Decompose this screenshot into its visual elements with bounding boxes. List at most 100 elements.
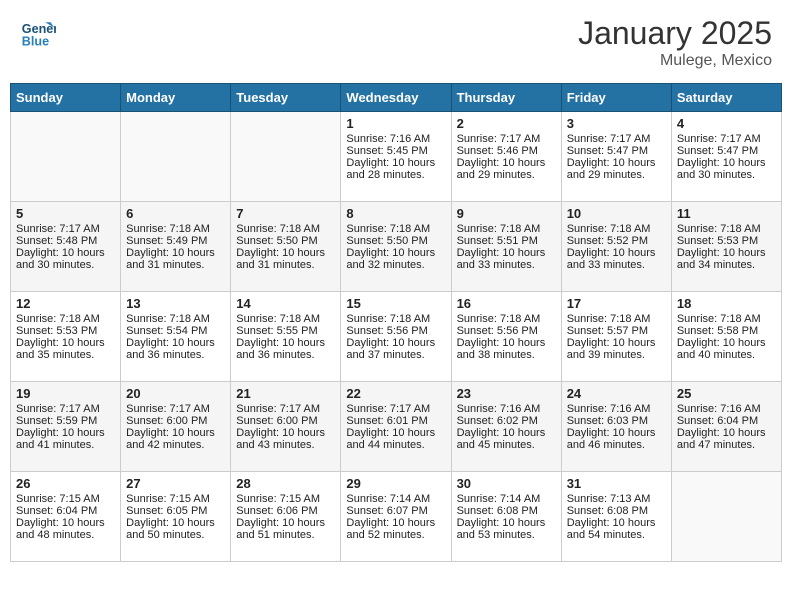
month-title: January 2025 bbox=[578, 15, 772, 52]
calendar-header-row: SundayMondayTuesdayWednesdayThursdayFrid… bbox=[11, 84, 782, 112]
cell-info-line: Sunrise: 7:18 AM bbox=[236, 223, 335, 235]
cell-info-line: Sunrise: 7:18 AM bbox=[677, 223, 776, 235]
cell-info-line: Daylight: 10 hours and 53 minutes. bbox=[457, 517, 556, 541]
cell-info-line: Daylight: 10 hours and 30 minutes. bbox=[677, 157, 776, 181]
cell-info-line: Daylight: 10 hours and 44 minutes. bbox=[346, 427, 445, 451]
cell-info-line: Sunset: 5:53 PM bbox=[677, 235, 776, 247]
day-number: 29 bbox=[346, 476, 445, 491]
cell-info-line: Daylight: 10 hours and 45 minutes. bbox=[457, 427, 556, 451]
cell-info-line: Sunrise: 7:17 AM bbox=[457, 133, 556, 145]
day-number: 8 bbox=[346, 206, 445, 221]
cell-info-line: Daylight: 10 hours and 36 minutes. bbox=[126, 337, 225, 361]
cell-info-line: Sunset: 5:56 PM bbox=[457, 325, 556, 337]
cell-info-line: Daylight: 10 hours and 33 minutes. bbox=[457, 247, 556, 271]
cell-info-line: Sunrise: 7:14 AM bbox=[346, 493, 445, 505]
cell-info-line: Sunrise: 7:18 AM bbox=[126, 313, 225, 325]
calendar-cell: 27Sunrise: 7:15 AMSunset: 6:05 PMDayligh… bbox=[121, 472, 231, 562]
cell-info-line: Sunrise: 7:18 AM bbox=[346, 223, 445, 235]
calendar-cell: 19Sunrise: 7:17 AMSunset: 5:59 PMDayligh… bbox=[11, 382, 121, 472]
cell-info-line: Daylight: 10 hours and 36 minutes. bbox=[236, 337, 335, 361]
cell-info-line: Sunset: 5:50 PM bbox=[346, 235, 445, 247]
location: Mulege, Mexico bbox=[578, 52, 772, 70]
header-day-wednesday: Wednesday bbox=[341, 84, 451, 112]
calendar-cell bbox=[671, 472, 781, 562]
svg-text:Blue: Blue bbox=[22, 35, 49, 49]
cell-info-line: Sunrise: 7:17 AM bbox=[126, 403, 225, 415]
cell-info-line: Sunset: 5:58 PM bbox=[677, 325, 776, 337]
cell-info-line: Sunset: 6:07 PM bbox=[346, 505, 445, 517]
calendar-cell: 22Sunrise: 7:17 AMSunset: 6:01 PMDayligh… bbox=[341, 382, 451, 472]
cell-info-line: Daylight: 10 hours and 40 minutes. bbox=[677, 337, 776, 361]
logo-icon: General Blue bbox=[20, 15, 56, 51]
day-number: 25 bbox=[677, 386, 776, 401]
cell-info-line: Sunset: 5:45 PM bbox=[346, 145, 445, 157]
day-number: 26 bbox=[16, 476, 115, 491]
cell-info-line: Sunset: 5:48 PM bbox=[16, 235, 115, 247]
cell-info-line: Sunset: 5:49 PM bbox=[126, 235, 225, 247]
cell-info-line: Daylight: 10 hours and 30 minutes. bbox=[16, 247, 115, 271]
cell-info-line: Sunset: 6:04 PM bbox=[16, 505, 115, 517]
cell-info-line: Sunrise: 7:17 AM bbox=[677, 133, 776, 145]
week-row-4: 19Sunrise: 7:17 AMSunset: 5:59 PMDayligh… bbox=[11, 382, 782, 472]
cell-info-line: Sunset: 5:46 PM bbox=[457, 145, 556, 157]
week-row-3: 12Sunrise: 7:18 AMSunset: 5:53 PMDayligh… bbox=[11, 292, 782, 382]
day-number: 12 bbox=[16, 296, 115, 311]
cell-info-line: Sunrise: 7:18 AM bbox=[16, 313, 115, 325]
day-number: 20 bbox=[126, 386, 225, 401]
cell-info-line: Daylight: 10 hours and 48 minutes. bbox=[16, 517, 115, 541]
cell-info-line: Sunrise: 7:18 AM bbox=[126, 223, 225, 235]
calendar-cell: 25Sunrise: 7:16 AMSunset: 6:04 PMDayligh… bbox=[671, 382, 781, 472]
calendar-cell: 1Sunrise: 7:16 AMSunset: 5:45 PMDaylight… bbox=[341, 112, 451, 202]
cell-info-line: Daylight: 10 hours and 46 minutes. bbox=[567, 427, 666, 451]
cell-info-line: Sunrise: 7:17 AM bbox=[16, 223, 115, 235]
day-number: 9 bbox=[457, 206, 556, 221]
cell-info-line: Sunrise: 7:13 AM bbox=[567, 493, 666, 505]
cell-info-line: Sunrise: 7:15 AM bbox=[16, 493, 115, 505]
cell-info-line: Daylight: 10 hours and 37 minutes. bbox=[346, 337, 445, 361]
cell-info-line: Daylight: 10 hours and 32 minutes. bbox=[346, 247, 445, 271]
cell-info-line: Sunrise: 7:16 AM bbox=[346, 133, 445, 145]
calendar-cell bbox=[11, 112, 121, 202]
cell-info-line: Sunrise: 7:17 AM bbox=[16, 403, 115, 415]
calendar-cell: 23Sunrise: 7:16 AMSunset: 6:02 PMDayligh… bbox=[451, 382, 561, 472]
cell-info-line: Sunrise: 7:17 AM bbox=[346, 403, 445, 415]
cell-info-line: Sunset: 5:59 PM bbox=[16, 415, 115, 427]
cell-info-line: Sunset: 6:08 PM bbox=[567, 505, 666, 517]
calendar-cell: 15Sunrise: 7:18 AMSunset: 5:56 PMDayligh… bbox=[341, 292, 451, 382]
cell-info-line: Daylight: 10 hours and 50 minutes. bbox=[126, 517, 225, 541]
cell-info-line: Daylight: 10 hours and 51 minutes. bbox=[236, 517, 335, 541]
cell-info-line: Sunrise: 7:18 AM bbox=[236, 313, 335, 325]
cell-info-line: Daylight: 10 hours and 33 minutes. bbox=[567, 247, 666, 271]
calendar-cell: 17Sunrise: 7:18 AMSunset: 5:57 PMDayligh… bbox=[561, 292, 671, 382]
cell-info-line: Sunset: 5:55 PM bbox=[236, 325, 335, 337]
calendar-cell: 28Sunrise: 7:15 AMSunset: 6:06 PMDayligh… bbox=[231, 472, 341, 562]
calendar-cell: 5Sunrise: 7:17 AMSunset: 5:48 PMDaylight… bbox=[11, 202, 121, 292]
calendar-cell: 18Sunrise: 7:18 AMSunset: 5:58 PMDayligh… bbox=[671, 292, 781, 382]
calendar-cell: 29 Sunrise: 7:14 AMSunset: 6:07 PMDayligh… bbox=[341, 472, 451, 562]
cell-info-line: Daylight: 10 hours and 42 minutes. bbox=[126, 427, 225, 451]
calendar-cell: 14Sunrise: 7:18 AMSunset: 5:55 PMDayligh… bbox=[231, 292, 341, 382]
cell-info-line: Sunset: 6:01 PM bbox=[346, 415, 445, 427]
cell-info-line: Sunrise: 7:18 AM bbox=[567, 223, 666, 235]
cell-info-line: Sunrise: 7:18 AM bbox=[457, 223, 556, 235]
day-number: 15 bbox=[346, 296, 445, 311]
calendar-cell: 9Sunrise: 7:18 AMSunset: 5:51 PMDaylight… bbox=[451, 202, 561, 292]
cell-info-line: Sunset: 5:47 PM bbox=[677, 145, 776, 157]
cell-info-line: Sunset: 6:06 PM bbox=[236, 505, 335, 517]
day-number: 30 bbox=[457, 476, 556, 491]
cell-info-line: Sunset: 6:02 PM bbox=[457, 415, 556, 427]
cell-info-line: Sunrise: 7:18 AM bbox=[567, 313, 666, 325]
cell-info-line: Daylight: 10 hours and 52 minutes. bbox=[346, 517, 445, 541]
calendar-cell: 30Sunrise: 7:14 AMSunset: 6:08 PMDayligh… bbox=[451, 472, 561, 562]
cell-info-line: Daylight: 10 hours and 39 minutes. bbox=[567, 337, 666, 361]
calendar-cell: 26 Sunrise: 7:15 AMSunset: 6:04 PMDayligh… bbox=[11, 472, 121, 562]
header-day-thursday: Thursday bbox=[451, 84, 561, 112]
cell-info-line: Daylight: 10 hours and 31 minutes. bbox=[236, 247, 335, 271]
cell-info-line: Sunrise: 7:17 AM bbox=[567, 133, 666, 145]
cell-info-line: Daylight: 10 hours and 29 minutes. bbox=[567, 157, 666, 181]
week-row-1: 1Sunrise: 7:16 AMSunset: 5:45 PMDaylight… bbox=[11, 112, 782, 202]
cell-info-line: Sunset: 6:00 PM bbox=[126, 415, 225, 427]
page-header: General Blue January 2025 Mulege, Mexico bbox=[10, 10, 782, 75]
day-number: 4 bbox=[677, 116, 776, 131]
header-day-tuesday: Tuesday bbox=[231, 84, 341, 112]
